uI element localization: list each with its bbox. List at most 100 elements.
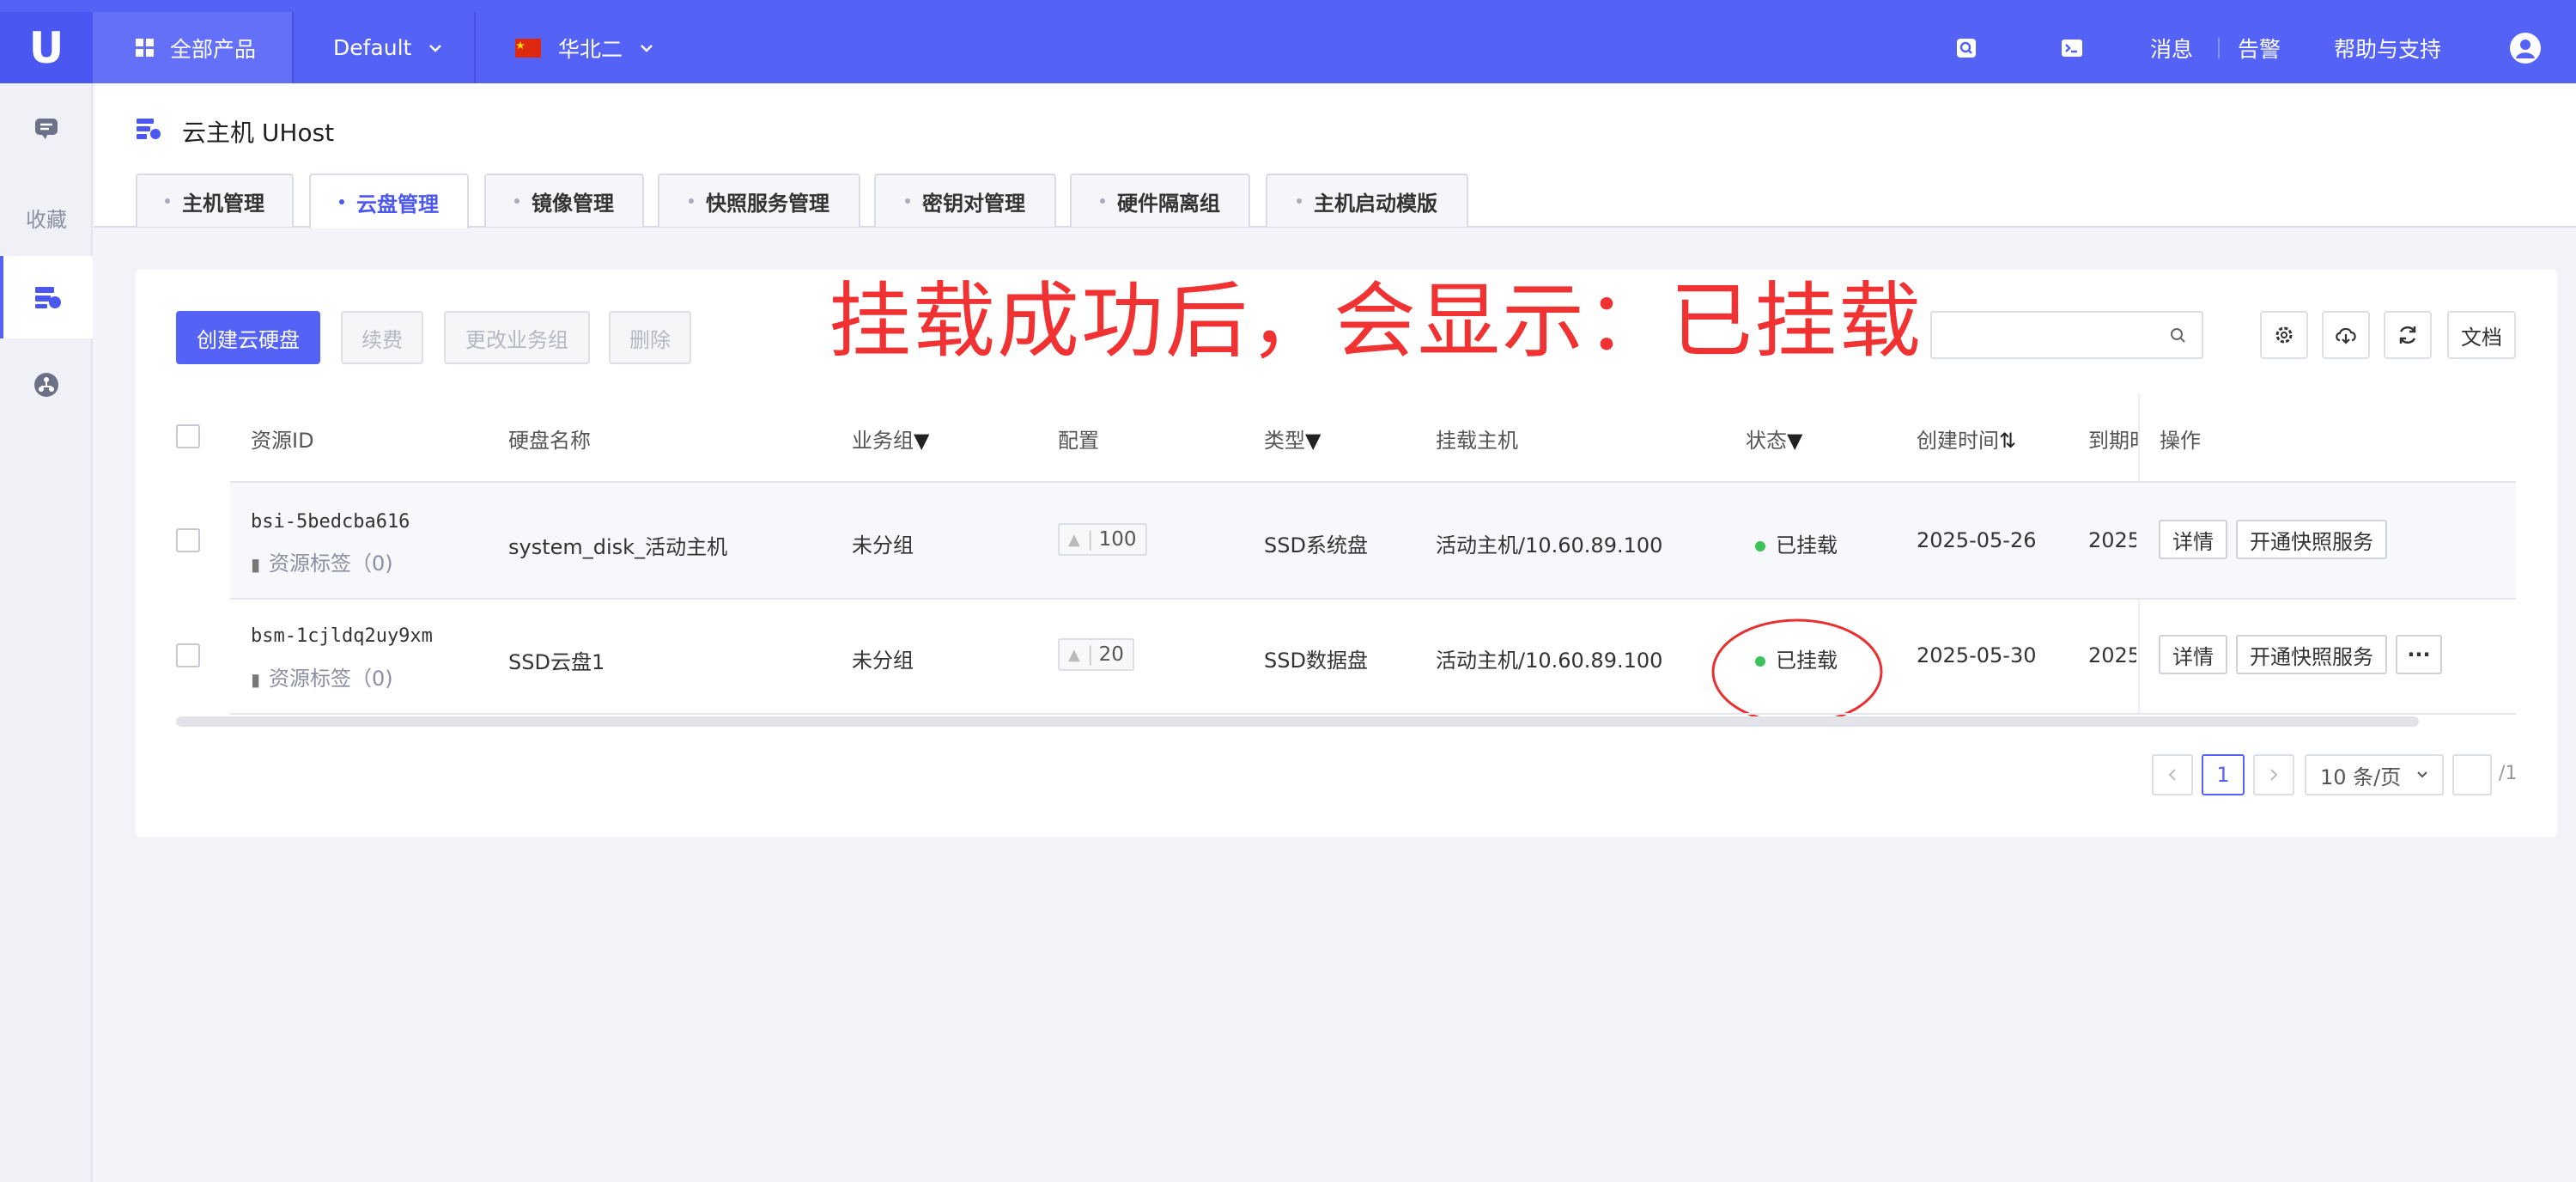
grid-icon — [136, 38, 154, 57]
sort-icon[interactable]: ⇅ — [1999, 429, 2016, 453]
tab-disk-management[interactable]: 云盘管理 — [309, 174, 469, 228]
tab-dot — [1100, 198, 1105, 204]
filter-icon[interactable]: ▼ — [1305, 429, 1321, 453]
page-jump-input[interactable] — [2452, 754, 2492, 795]
sidebar-item-messages[interactable] — [0, 103, 93, 155]
cloud-download-icon — [2336, 327, 2356, 344]
details-label: 详情 — [2172, 644, 2214, 669]
alerts-link[interactable]: 告警 — [2238, 12, 2281, 83]
bookmark-icon: ▮ — [251, 554, 261, 575]
tab-launch-template[interactable]: 主机启动模版 — [1266, 174, 1468, 227]
sidebar-item-uhost[interactable] — [0, 256, 93, 338]
help-link[interactable]: 帮助与支持 — [2334, 12, 2441, 83]
resource-id[interactable]: bsm-1cjldq2uy9xm — [251, 625, 433, 647]
disk-size-badge: ▲ | 20 — [1058, 638, 1134, 671]
terminal-button[interactable] — [2061, 12, 2083, 83]
tab-dot — [1297, 198, 1302, 204]
size-value: 100 — [1098, 528, 1137, 551]
tab-host-management[interactable]: 主机管理 — [136, 174, 294, 227]
renew-button[interactable]: 续费 — [341, 311, 423, 364]
delete-label: 删除 — [629, 327, 671, 352]
page-button[interactable]: 1 — [2202, 754, 2245, 795]
enable-snapshot-button[interactable]: 开通快照服务 — [2236, 520, 2387, 559]
server-icon — [35, 287, 61, 308]
tab-label: 密钥对管理 — [922, 191, 1025, 216]
more-actions-button[interactable]: ··· — [2396, 635, 2442, 674]
settings-button[interactable] — [2260, 311, 2308, 359]
download-button[interactable] — [2322, 311, 2370, 359]
user-icon — [2510, 32, 2541, 64]
annotation-text: 挂载成功后，会显示：已挂载 — [829, 273, 1923, 369]
region-selector[interactable]: 华北二 — [515, 12, 653, 83]
horizontal-scrollbar[interactable] — [176, 716, 2419, 727]
col-type[interactable]: 类型▼ — [1264, 423, 1321, 454]
enable-snapshot-button[interactable]: 开通快照服务 — [2236, 635, 2387, 674]
renew-label: 续费 — [361, 327, 403, 352]
page-number: 1 — [2216, 763, 2230, 787]
tab-dot — [514, 198, 519, 204]
messages-link[interactable]: 消息 — [2150, 12, 2193, 83]
tab-isolation-group[interactable]: 硬件隔离组 — [1070, 174, 1250, 227]
bookmark-icon: ▮ — [251, 669, 261, 690]
col-expire: 到期时间 — [2088, 429, 2140, 453]
separator: | — [1086, 643, 1094, 666]
resource-tag-link[interactable]: ▮ 资源标签（0) — [251, 546, 393, 576]
docs-button[interactable]: 文档 — [2447, 311, 2516, 359]
prev-page-button[interactable] — [2152, 754, 2193, 795]
disk-name: SSD云盘1 — [508, 650, 605, 674]
row-checkbox[interactable] — [176, 528, 200, 552]
chevron-right-icon — [2270, 769, 2278, 781]
region-label: 华北二 — [558, 36, 623, 62]
annotation-circle — [1711, 618, 1883, 725]
page-size-select[interactable]: 10 条/页 — [2305, 754, 2444, 795]
china-flag-icon — [515, 38, 541, 58]
resource-id[interactable]: bsi-5bedcba616 — [251, 511, 410, 533]
favorites-label: 收藏 — [26, 207, 67, 232]
change-group-button[interactable]: 更改业务组 — [444, 311, 590, 364]
disk-size-badge: ▲ | 100 — [1058, 523, 1147, 556]
filter-icon[interactable]: ▼ — [1787, 429, 1802, 453]
col-business-group[interactable]: 业务组▼ — [852, 423, 929, 454]
tab-snapshot-management[interactable]: 快照服务管理 — [658, 174, 860, 227]
col-label: 类型 — [1264, 429, 1305, 453]
col-status[interactable]: 状态▼ — [1746, 423, 1802, 454]
details-button[interactable]: 详情 — [2159, 635, 2227, 674]
next-page-button[interactable] — [2253, 754, 2294, 795]
total-pages: /1 — [2499, 763, 2518, 784]
refresh-button[interactable] — [2384, 311, 2432, 359]
select-all-checkbox[interactable] — [176, 424, 200, 448]
row-divider — [230, 598, 2516, 600]
col-label: 业务组 — [852, 429, 914, 453]
all-products-label: 全部产品 — [170, 36, 257, 62]
all-products-menu[interactable]: 全部产品 — [93, 12, 292, 83]
resource-tag-link[interactable]: ▮ 资源标签（0) — [251, 661, 393, 692]
col-config: 配置 — [1058, 429, 1099, 453]
col-label: 状态 — [1746, 429, 1787, 453]
project-selector[interactable]: Default — [333, 12, 442, 83]
col-disk-name: 硬盘名称 — [508, 429, 591, 453]
user-avatar[interactable] — [2509, 12, 2542, 83]
logo[interactable]: U — [0, 12, 93, 83]
alerts-label: 告警 — [2238, 36, 2281, 62]
details-button[interactable]: 详情 — [2159, 520, 2227, 559]
row-checkbox[interactable] — [176, 643, 200, 667]
filter-icon[interactable]: ▼ — [914, 429, 929, 453]
tab-keypair-management[interactable]: 密钥对管理 — [874, 174, 1056, 227]
project-label: Default — [333, 35, 412, 60]
tag-label: 资源标签（0) — [269, 667, 393, 691]
create-disk-button[interactable]: 创建云硬盘 — [176, 311, 320, 364]
business-group: 未分组 — [852, 649, 914, 673]
search-field[interactable] — [1941, 313, 2164, 356]
disk-type: SSD数据盘 — [1264, 649, 1368, 673]
tab-image-management[interactable]: 镜像管理 — [484, 174, 644, 227]
sidebar-item-network[interactable] — [0, 361, 93, 409]
sidebar-item-favorites[interactable]: 收藏 — [0, 193, 93, 241]
snapshot-label: 开通快照服务 — [2250, 644, 2373, 669]
refresh-icon — [2399, 326, 2416, 344]
tab-label: 硬件隔离组 — [1117, 191, 1220, 216]
search-button[interactable] — [1956, 12, 1977, 83]
delete-button[interactable]: 删除 — [609, 311, 691, 364]
create-label: 创建云硬盘 — [197, 327, 300, 352]
col-created[interactable]: 创建时间⇅ — [1917, 423, 2016, 454]
search-input[interactable] — [1930, 311, 2203, 359]
